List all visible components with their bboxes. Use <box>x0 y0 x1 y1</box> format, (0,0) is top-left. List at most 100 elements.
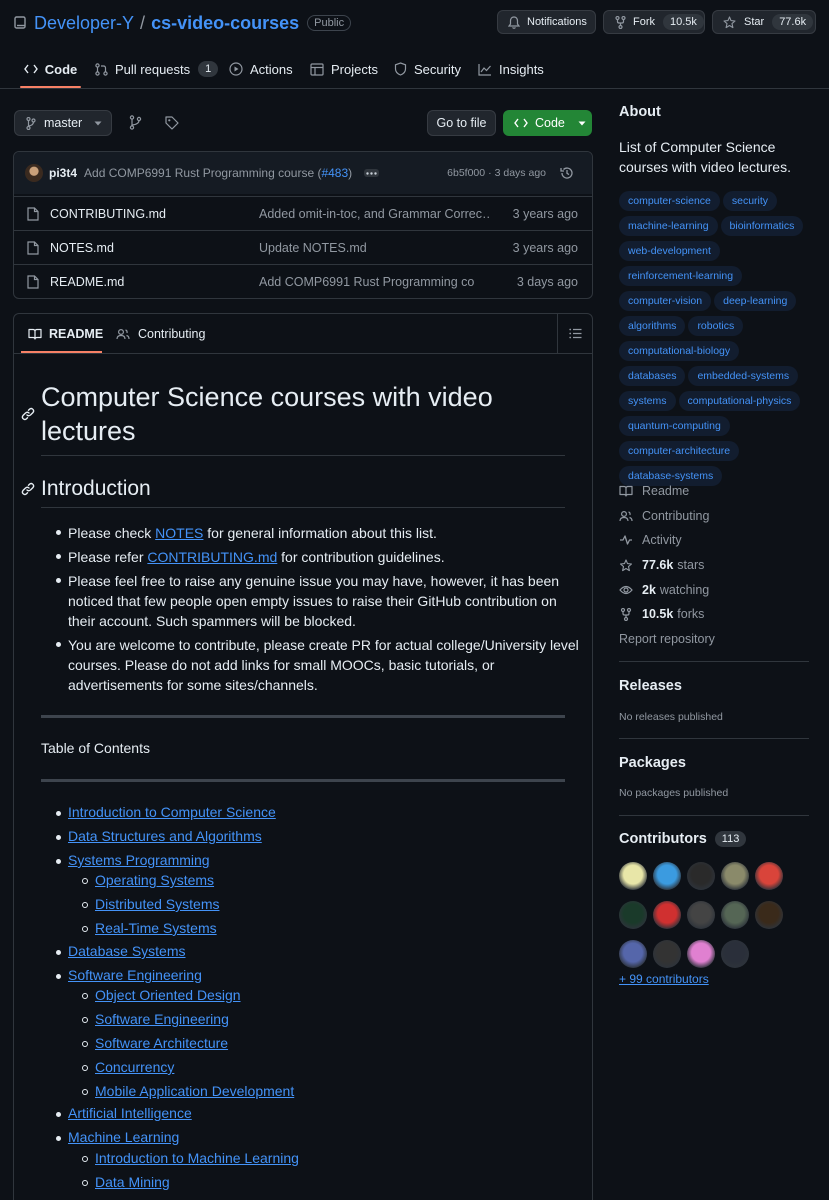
contributor-avatar[interactable] <box>687 901 715 929</box>
toc-link[interactable]: Real-Time Systems <box>95 920 217 936</box>
toc-link[interactable]: Data Mining <box>95 1174 170 1190</box>
notifications-button[interactable]: Notifications <box>497 10 596 34</box>
topic-tag[interactable]: web-development <box>619 241 720 261</box>
tab-insights[interactable]: Insights <box>478 50 544 88</box>
tab-contributing[interactable]: Contributing <box>116 314 205 353</box>
contributor-avatar[interactable] <box>619 901 647 929</box>
link-icon[interactable] <box>21 482 35 496</box>
contributing-sidebar-link[interactable]: Contributing <box>619 504 809 529</box>
toc-link[interactable]: Operating Systems <box>95 872 214 888</box>
branches-icon[interactable] <box>129 115 143 130</box>
contributor-avatar[interactable] <box>687 940 715 968</box>
repo-name-link[interactable]: cs-video-courses <box>151 13 299 34</box>
topic-tag[interactable]: bioinformatics <box>720 216 804 236</box>
contributors-heading[interactable]: Contributors <box>619 831 707 847</box>
topic-tag[interactable]: machine-learning <box>619 216 718 236</box>
tab-projects[interactable]: Projects <box>310 50 378 88</box>
go-to-file-button[interactable]: Go to file <box>427 110 496 136</box>
topic-tag[interactable]: computer-vision <box>619 291 712 311</box>
commit-sha[interactable]: 6b5f000 <box>447 167 485 179</box>
releases-heading[interactable]: Releases <box>619 678 682 694</box>
toc-link[interactable]: Software Engineering <box>68 967 202 983</box>
tab-security[interactable]: Security <box>394 50 461 88</box>
repo-owner-link[interactable]: Developer-Y <box>34 13 134 34</box>
toc-link[interactable]: Software Architecture <box>95 1035 228 1051</box>
topic-tag[interactable]: embedded-systems <box>688 366 799 386</box>
topic-tag[interactable]: databases <box>619 366 686 386</box>
intro-heading: Introduction <box>41 477 151 500</box>
tab-code-label: Code <box>44 61 78 77</box>
contributor-avatar[interactable] <box>619 862 647 890</box>
topic-tag[interactable]: deep-learning <box>714 291 797 311</box>
contributing-link[interactable]: CONTRIBUTING.md <box>147 549 277 565</box>
topic-tag[interactable]: computer-architecture <box>619 441 740 461</box>
forks-link[interactable]: 10.5k forks <box>619 602 809 627</box>
avatar[interactable] <box>25 164 43 182</box>
toc-link[interactable]: Data Structures and Algorithms <box>68 828 262 844</box>
contributor-avatar[interactable] <box>721 940 749 968</box>
topic-tag[interactable]: quantum-computing <box>619 416 730 436</box>
commit-message[interactable]: Add COMP6991 Rust Programming course ( <box>84 166 321 180</box>
file-commit-message[interactable]: Update NOTES.md <box>259 241 489 255</box>
ellipsis-icon[interactable] <box>364 169 380 177</box>
file-name[interactable]: README.md <box>50 275 259 289</box>
tag-icon[interactable] <box>165 116 179 130</box>
toc-link[interactable]: Object Oriented Design <box>95 987 241 1003</box>
topic-tag[interactable]: security <box>722 191 778 211</box>
contributor-avatar[interactable] <box>653 862 681 890</box>
topic-tag[interactable]: algorithms <box>619 316 686 336</box>
link-icon[interactable] <box>21 407 35 421</box>
toc-link[interactable]: Introduction to Machine Learning <box>95 1150 299 1166</box>
report-repository-link[interactable]: Report repository <box>619 627 809 652</box>
star-button[interactable]: Star 77.6k <box>712 10 816 34</box>
file-name[interactable]: NOTES.md <box>50 241 259 255</box>
contributor-avatar[interactable] <box>721 901 749 929</box>
topic-tag[interactable]: systems <box>619 391 676 411</box>
file-row[interactable]: README.md Add COMP6991 Rust Programming … <box>14 264 592 298</box>
branch-selector[interactable]: master <box>14 110 112 136</box>
outline-button[interactable] <box>557 314 592 353</box>
topic-tag[interactable]: computer-science <box>619 191 720 211</box>
topic-tag[interactable]: computational-physics <box>678 391 801 411</box>
toc-link[interactable]: Software Engineering <box>95 1011 229 1027</box>
tab-readme[interactable]: README <box>28 314 103 353</box>
fork-button[interactable]: Fork 10.5k <box>603 10 705 34</box>
contributor-avatar[interactable] <box>653 901 681 929</box>
topic-tag[interactable]: reinforcement-learning <box>619 266 743 286</box>
topic-tag[interactable]: robotics <box>688 316 744 336</box>
contributor-avatar[interactable] <box>653 940 681 968</box>
tab-code[interactable]: Code <box>20 50 81 88</box>
commit-pr-link[interactable]: #483 <box>321 166 348 180</box>
history-icon[interactable] <box>560 166 574 180</box>
activity-link[interactable]: Activity <box>619 528 809 553</box>
file-commit-message[interactable]: Add COMP6991 Rust Programming cou… <box>259 275 474 289</box>
toc-link[interactable]: Systems Programming <box>68 852 210 868</box>
stars-link[interactable]: 77.6k stars <box>619 553 809 578</box>
contributor-avatar[interactable] <box>755 901 783 929</box>
notes-link[interactable]: NOTES <box>155 525 203 541</box>
more-contributors-link[interactable]: + 99 contributors <box>619 972 709 986</box>
file-commit-message[interactable]: Added omit-in-toc, and Grammar Correc… <box>259 207 489 221</box>
contributor-avatar[interactable] <box>687 862 715 890</box>
commit-author[interactable]: pi3t4 <box>49 166 77 180</box>
contributor-avatar[interactable] <box>619 940 647 968</box>
toc-link[interactable]: Introduction to Computer Science <box>68 804 276 820</box>
contributor-avatar[interactable] <box>755 862 783 890</box>
file-row[interactable]: NOTES.md Update NOTES.md 3 years ago <box>14 230 592 264</box>
toc-link[interactable]: Artificial Intelligence <box>68 1105 192 1121</box>
packages-heading[interactable]: Packages <box>619 755 686 771</box>
toc-link[interactable]: Mobile Application Development <box>95 1083 294 1099</box>
toc-link[interactable]: Concurrency <box>95 1059 174 1075</box>
readme-link[interactable]: Readme <box>619 479 809 504</box>
tab-pull-requests[interactable]: Pull requests 1 <box>95 50 219 88</box>
toc-link[interactable]: Distributed Systems <box>95 896 219 912</box>
file-row[interactable]: CONTRIBUTING.md Added omit-in-toc, and G… <box>14 196 592 230</box>
toc-link[interactable]: Machine Learning <box>68 1129 179 1145</box>
toc-link[interactable]: Database Systems <box>68 943 186 959</box>
watching-link[interactable]: 2k watching <box>619 577 809 602</box>
contributor-avatar[interactable] <box>721 862 749 890</box>
tab-actions[interactable]: Actions <box>229 50 293 88</box>
file-name[interactable]: CONTRIBUTING.md <box>50 207 259 221</box>
topic-tag[interactable]: computational-biology <box>619 341 740 361</box>
code-dropdown-button[interactable]: Code <box>503 110 592 136</box>
